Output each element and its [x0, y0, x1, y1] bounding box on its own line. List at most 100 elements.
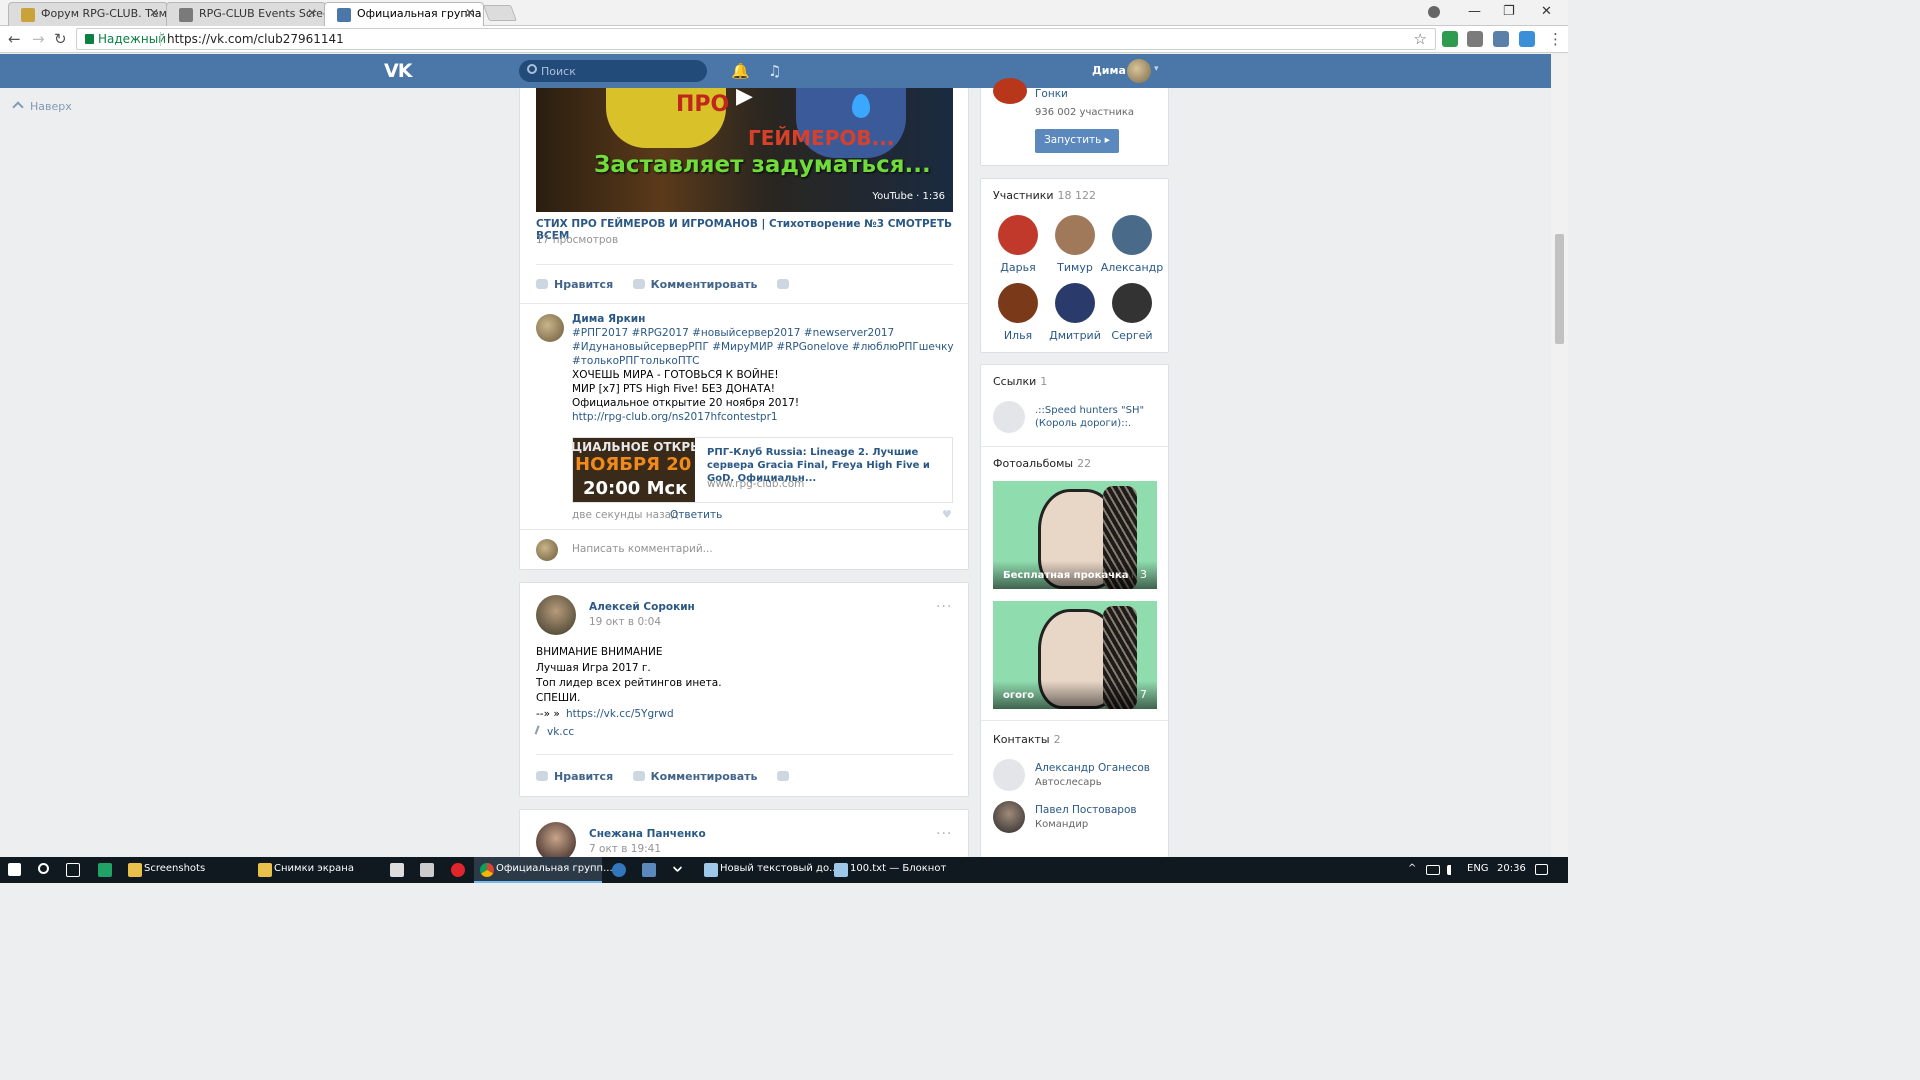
- back-button[interactable]: ←: [8, 30, 21, 48]
- comment-input[interactable]: Написать комментарий...: [572, 543, 713, 555]
- close-window-button[interactable]: ✕: [1541, 4, 1552, 19]
- contact-avatar[interactable]: [993, 801, 1025, 833]
- reply-hashtags-1[interactable]: #РПГ2017 #RPG2017 #новыйсервер2017 #news…: [572, 327, 894, 339]
- link-title-2[interactable]: (Король дороги)::.: [1035, 418, 1131, 429]
- reply-hashtags-3[interactable]: #толькоРПГтолькоПТС: [572, 355, 699, 367]
- extension-icon[interactable]: [1467, 31, 1483, 47]
- chevron-down-icon[interactable]: [672, 862, 683, 873]
- windows-start-icon[interactable]: [8, 863, 21, 876]
- forward-button[interactable]: →: [32, 30, 45, 48]
- user-name[interactable]: Дима: [1092, 64, 1126, 77]
- tab-close-icon[interactable]: ✕: [465, 6, 475, 20]
- taskbar-item[interactable]: Официальная групп...: [474, 857, 613, 883]
- link-snippet[interactable]: ЦИАЛЬНОЕ ОТКРЫ НОЯБРЯ 20 20:00 Мск РПГ-К…: [572, 437, 953, 503]
- mail-icon[interactable]: [420, 863, 434, 877]
- music-icon[interactable]: ♫: [768, 62, 781, 80]
- link-avatar[interactable]: [993, 401, 1025, 433]
- share-button[interactable]: [776, 278, 795, 291]
- taskbar-item[interactable]: Новый текстовый до...: [698, 857, 839, 883]
- taskbar-item[interactable]: Снимки экрана: [252, 857, 380, 883]
- reply-avatar[interactable]: [536, 314, 564, 342]
- vk-logo[interactable]: VK: [384, 60, 412, 82]
- video-thumbnail[interactable]: ПРО ГЕЙМЕРОВ... Заставляет задуматься...…: [536, 88, 953, 212]
- chrome-menu-icon[interactable]: ⋮: [1548, 30, 1563, 48]
- post-author-avatar[interactable]: [536, 595, 576, 635]
- bell-icon[interactable]: 🔔: [731, 62, 750, 80]
- like-button[interactable]: Нравится: [536, 770, 613, 783]
- minimize-button[interactable]: —: [1468, 4, 1481, 19]
- notifications-icon[interactable]: [1535, 864, 1548, 875]
- more-icon[interactable]: ···: [936, 826, 952, 842]
- restore-button[interactable]: ❐: [1503, 4, 1515, 19]
- task-view-icon[interactable]: [66, 863, 80, 877]
- chevron-down-icon[interactable]: ▾: [1154, 64, 1159, 74]
- tab-close-icon[interactable]: ✕: [307, 6, 317, 20]
- comment-button[interactable]: Комментировать: [632, 770, 757, 783]
- member-item[interactable]: Александр: [1097, 215, 1167, 274]
- reply-like-heart-icon[interactable]: ♥: [942, 508, 952, 521]
- link-title-1[interactable]: .::Speed hunters "SH": [1035, 405, 1144, 416]
- network-icon[interactable]: [1426, 865, 1440, 875]
- launch-button[interactable]: Запустить ▸: [1035, 129, 1119, 153]
- volume-icon[interactable]: [1447, 865, 1457, 875]
- scrollbar-thumb[interactable]: [1555, 234, 1564, 344]
- user-avatar[interactable]: [1127, 59, 1151, 83]
- language-indicator[interactable]: ENG: [1467, 857, 1489, 883]
- attachment-link[interactable]: vk.cc: [534, 725, 574, 738]
- post-author[interactable]: Снежана Панченко: [589, 828, 706, 840]
- url-separator: [160, 32, 161, 46]
- search-input[interactable]: [541, 63, 691, 79]
- reply-hashtags-2[interactable]: #ИдунановыйсерверРПГ #МируМИР #RPGonelov…: [572, 341, 954, 353]
- app-name[interactable]: Гонки: [1035, 88, 1068, 100]
- browser-tab-forum[interactable]: Форум RPG-CLUB. Тема ✕: [8, 2, 168, 26]
- post-date[interactable]: 19 окт в 0:04: [589, 616, 661, 628]
- opera-icon[interactable]: [451, 863, 465, 877]
- albums-title[interactable]: Фотоальбомы 22: [993, 457, 1091, 470]
- scroll-up-button[interactable]: Наверх: [12, 100, 72, 113]
- more-icon[interactable]: ···: [936, 599, 952, 615]
- share-button[interactable]: [776, 770, 795, 783]
- photo-album[interactable]: Бесплатная прокачка все... 3: [993, 481, 1157, 589]
- post-author[interactable]: Алексей Сорокин: [589, 601, 695, 613]
- url-text[interactable]: https://vk.com/club27961141: [167, 32, 344, 46]
- app-icon[interactable]: [642, 863, 656, 877]
- contacts-title[interactable]: Контакты 2: [993, 733, 1061, 746]
- like-button[interactable]: Нравится: [536, 278, 613, 291]
- taskbar-item[interactable]: 100.txt — Блокнот: [828, 857, 956, 883]
- post-author-avatar[interactable]: [536, 822, 576, 862]
- browser-tab-vk[interactable]: Официальная группа и ✕: [324, 2, 484, 26]
- contact-name[interactable]: Александр Оганесов: [1035, 762, 1150, 774]
- photo-album[interactable]: огого 7: [993, 601, 1157, 709]
- app-icon[interactable]: [98, 863, 112, 877]
- tray-expand-icon[interactable]: ^: [1408, 857, 1416, 883]
- profile-icon[interactable]: [1428, 6, 1440, 18]
- extension-icon[interactable]: [1442, 31, 1458, 47]
- play-icon[interactable]: ▶: [736, 88, 753, 109]
- clock[interactable]: 20:36: [1497, 857, 1526, 883]
- new-tab-button[interactable]: [483, 5, 517, 21]
- contact-name[interactable]: Павел Постоваров: [1035, 804, 1137, 816]
- post-date[interactable]: 7 окт в 19:41: [589, 843, 661, 855]
- reply-answer-button[interactable]: Ответить: [670, 509, 722, 521]
- browser-tab-events[interactable]: RPG-CLUB Events Screen ✕: [166, 2, 326, 26]
- reload-button[interactable]: ↻: [54, 30, 67, 48]
- extension-icon[interactable]: [1519, 31, 1535, 47]
- taskbar-item[interactable]: Screenshots: [122, 857, 250, 883]
- members-title[interactable]: Участники 18 122: [993, 189, 1096, 202]
- page-scrollbar[interactable]: [1551, 54, 1568, 857]
- comment-button[interactable]: Комментировать: [632, 278, 757, 291]
- search-icon[interactable]: [38, 863, 49, 874]
- member-item[interactable]: Сергей: [1097, 283, 1167, 342]
- links-title[interactable]: Ссылки 1: [993, 375, 1047, 388]
- edge-icon[interactable]: [612, 863, 626, 877]
- reply-author[interactable]: Дима Яркин: [572, 313, 645, 325]
- extension-icon[interactable]: [1493, 31, 1509, 47]
- contact-avatar[interactable]: [993, 759, 1025, 791]
- address-bar[interactable]: Надежный https://vk.com/club27961141 ☆: [76, 28, 1436, 50]
- tab-close-icon[interactable]: ✕: [149, 6, 159, 20]
- reply-link[interactable]: http://rpg-club.org/ns2017hfcontestpr1: [572, 411, 778, 423]
- post-link[interactable]: https://vk.cc/5Ygrwd: [566, 708, 674, 720]
- app-icon[interactable]: [993, 78, 1027, 104]
- store-icon[interactable]: [390, 863, 404, 877]
- bookmark-star-icon[interactable]: ☆: [1414, 30, 1427, 48]
